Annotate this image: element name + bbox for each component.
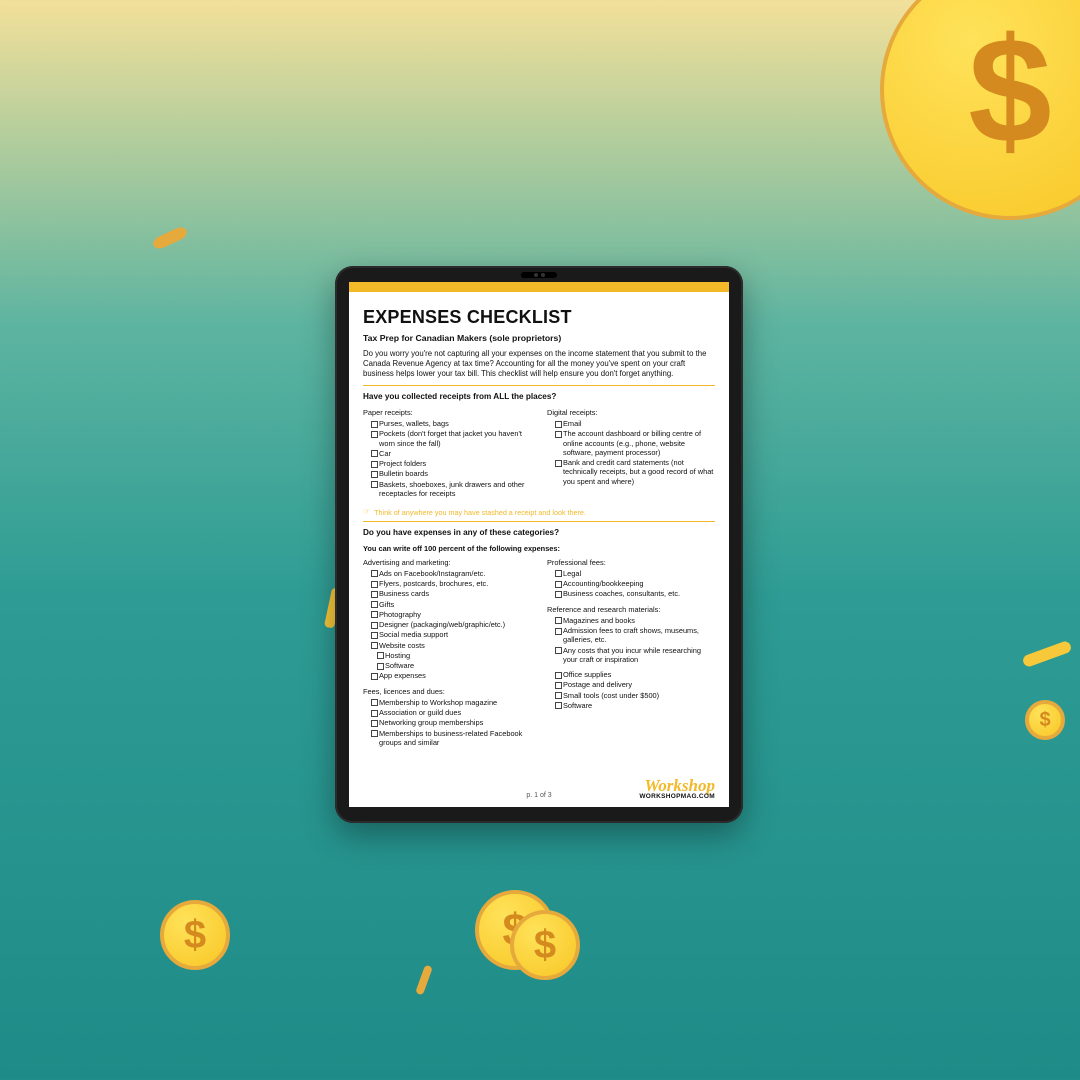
- paper-receipts-heading: Paper receipts:: [363, 408, 531, 417]
- list-item: Purses, wallets, bags: [371, 419, 531, 428]
- reference-heading: Reference and research materials:: [547, 605, 715, 614]
- tablet-device: EXPENSES CHECKLIST Tax Prep for Canadian…: [335, 266, 743, 823]
- reference-list: Magazines and books Admission fees to cr…: [547, 616, 715, 664]
- list-item: Gifts: [371, 600, 531, 609]
- list-item: App expenses: [371, 671, 531, 680]
- advertising-list-2: App expenses: [363, 671, 531, 680]
- document-screen: EXPENSES CHECKLIST Tax Prep for Canadian…: [349, 282, 729, 807]
- list-item: Association or guild dues: [371, 708, 531, 717]
- list-item: Business coaches, consultants, etc.: [555, 589, 715, 598]
- coin-edge-decoration: [151, 225, 189, 251]
- divider: [363, 385, 715, 386]
- website-sublist: Hosting Software: [363, 651, 531, 671]
- fees-list: Membership to Workshop magazine Associat…: [363, 698, 531, 747]
- list-item: Ads on Facebook/Instagram/etc.: [371, 569, 531, 578]
- brand-url: WORKSHOPMAG.COM: [598, 793, 715, 801]
- list-item: Legal: [555, 569, 715, 578]
- coin-decoration: $: [1025, 700, 1065, 740]
- list-item: Project folders: [371, 459, 531, 468]
- list-item: Accounting/bookkeeping: [555, 579, 715, 588]
- list-item: Software: [377, 661, 531, 670]
- list-item: Baskets, shoeboxes, junk drawers and oth…: [371, 480, 531, 499]
- list-item: Pockets (don't forget that jacket you ha…: [371, 429, 531, 448]
- advertising-list: Ads on Facebook/Instagram/etc. Flyers, p…: [363, 569, 531, 650]
- list-item: Memberships to business-related Facebook…: [371, 729, 531, 748]
- list-item: Car: [371, 449, 531, 458]
- page-number: p. 1 of 3: [480, 792, 597, 801]
- list-item: Membership to Workshop magazine: [371, 698, 531, 707]
- digital-receipts-list: Email The account dashboard or billing c…: [547, 419, 715, 486]
- list-item: Hosting: [377, 651, 531, 660]
- coin-edge-decoration: [1021, 640, 1072, 668]
- list-item: The account dashboard or billing centre …: [555, 429, 715, 457]
- brand-logo: Workshop: [598, 778, 715, 793]
- document-subtitle: Tax Prep for Canadian Makers (sole propr…: [363, 333, 715, 344]
- professional-fees-heading: Professional fees:: [547, 558, 715, 567]
- document-intro: Do you worry you're not capturing all yo…: [363, 349, 715, 378]
- list-item: Any costs that you incur while researchi…: [555, 646, 715, 665]
- list-item: Bank and credit card statements (not tec…: [555, 458, 715, 486]
- coin-decoration: $: [160, 900, 230, 970]
- list-item: Networking group memberships: [371, 718, 531, 727]
- document-top-accent: [349, 282, 729, 292]
- list-item: Bulletin boards: [371, 469, 531, 478]
- section2-question: Do you have expenses in any of these cat…: [363, 528, 715, 538]
- tablet-camera-icon: [521, 272, 557, 278]
- list-item: Flyers, postcards, brochures, etc.: [371, 579, 531, 588]
- advertising-heading: Advertising and marketing:: [363, 558, 531, 567]
- coin-edge-decoration: [415, 965, 433, 996]
- paper-receipts-list: Purses, wallets, bags Pockets (don't for…: [363, 419, 531, 498]
- professional-fees-list: Legal Accounting/bookkeeping Business co…: [547, 569, 715, 599]
- list-item: Office supplies: [555, 670, 715, 679]
- list-item: Social media support: [371, 630, 531, 639]
- list-item: Software: [555, 701, 715, 710]
- list-item: Website costs: [371, 641, 531, 650]
- divider: [363, 521, 715, 522]
- list-item: Designer (packaging/web/graphic/etc.): [371, 620, 531, 629]
- section1-question: Have you collected receipts from ALL the…: [363, 392, 715, 402]
- list-item: Admission fees to craft shows, museums, …: [555, 626, 715, 645]
- coin-decoration: $: [510, 910, 580, 980]
- misc-list: Office supplies Postage and delivery Sma…: [547, 670, 715, 710]
- list-item: Photography: [371, 610, 531, 619]
- fees-heading: Fees, licences and dues:: [363, 687, 531, 696]
- list-item: Magazines and books: [555, 616, 715, 625]
- digital-receipts-heading: Digital receipts:: [547, 408, 715, 417]
- list-item: Business cards: [371, 589, 531, 598]
- list-item: Postage and delivery: [555, 680, 715, 689]
- coin-decoration-large: $: [880, 0, 1080, 220]
- tip-note: Think of anywhere you may have stashed a…: [363, 507, 715, 517]
- section2-note: You can write off 100 percent of the fol…: [363, 544, 715, 553]
- list-item: Email: [555, 419, 715, 428]
- document-title: EXPENSES CHECKLIST: [363, 306, 715, 329]
- list-item: Small tools (cost under $500): [555, 691, 715, 700]
